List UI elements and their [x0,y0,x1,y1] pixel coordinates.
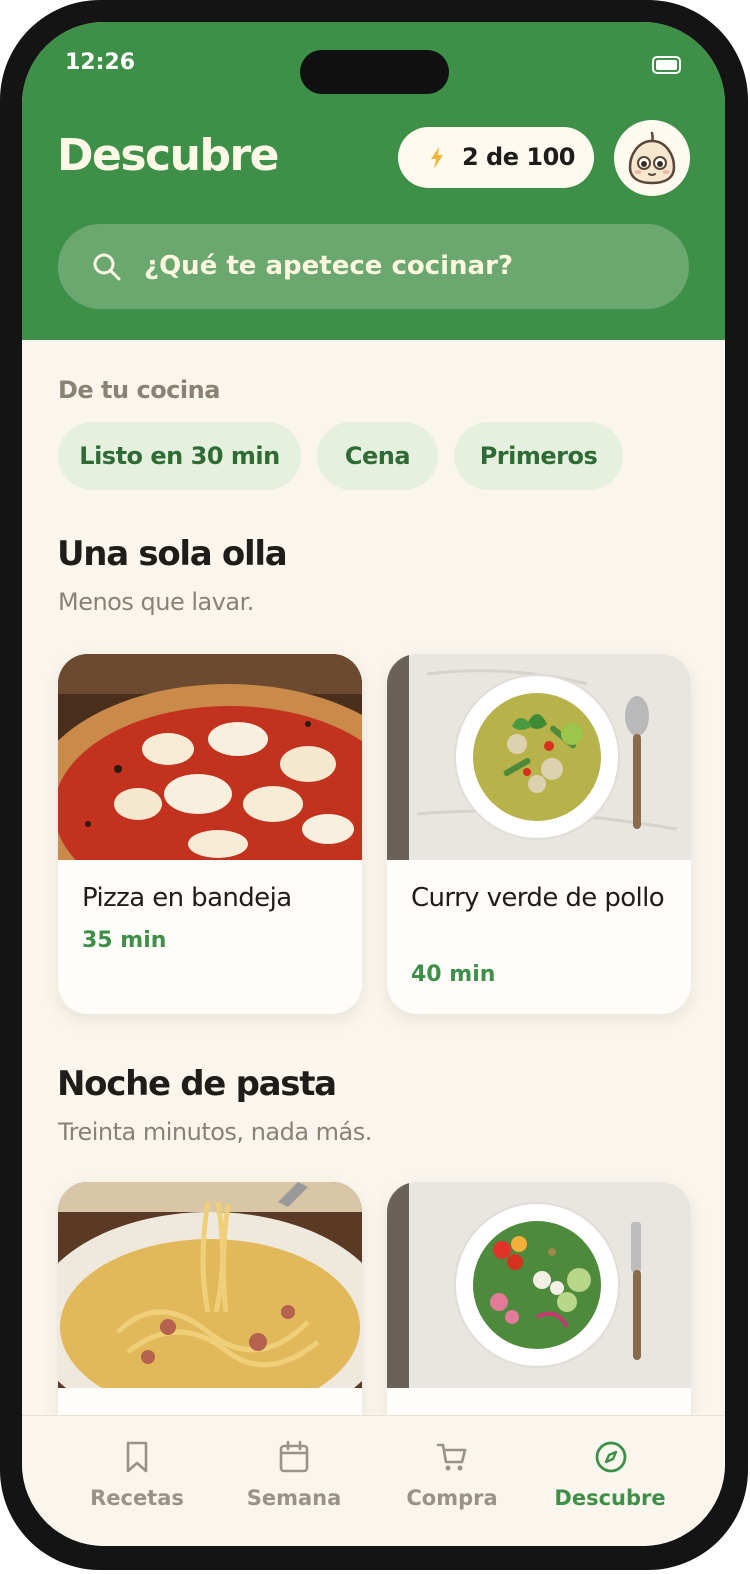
tab-label: Descubre [554,1486,666,1510]
salad-image [387,1182,691,1388]
calendar-icon [279,1440,309,1473]
battery-icon [652,56,681,74]
pizza-image [58,654,362,860]
tab-descubre[interactable]: Descubre [540,1416,680,1546]
bookmark-icon [126,1441,148,1473]
page-title: Descubre [57,130,280,181]
tab-compra[interactable]: Compra [382,1416,522,1546]
mascot-icon [628,131,676,185]
dynamic-island [300,50,449,94]
tab-bar: Recetas Semana Compra Descubre [22,1415,725,1546]
recipe-name: Pizza en bandeja [82,883,292,913]
chip-listo-30-min[interactable]: Listo en 30 min [58,422,301,490]
phone-frame: 12:26 Descubre 2 de 100 ¿Qué te apetece … [0,0,748,1570]
tab-recetas[interactable]: Recetas [67,1416,207,1546]
search-icon [93,253,121,281]
green-curry-image [387,654,691,860]
chip-cena[interactable]: Cena [317,422,438,490]
tab-label: Recetas [90,1486,184,1510]
section-title: Una sola olla [57,534,288,574]
tab-label: Compra [406,1486,498,1510]
section-subtitle: Treinta minutos, nada más. [58,1118,372,1146]
status-time: 12:26 [65,50,136,75]
recipe-card[interactable]: Pizza en bandeja 35 min [58,654,362,1014]
recipe-time: 40 min [411,962,496,987]
recipe-time: 35 min [82,928,167,953]
app-screen: 12:26 Descubre 2 de 100 ¿Qué te apetece … [22,22,725,1546]
search-input[interactable]: ¿Qué te apetece cocinar? [58,224,689,309]
section-title: Noche de pasta [57,1064,337,1104]
compass-icon [595,1441,627,1473]
carbonara-image [58,1182,362,1388]
recipe-name: Curry verde de pollo [411,883,665,913]
tab-label: Semana [246,1486,342,1510]
filters-label: De tu cocina [58,376,220,404]
avatar[interactable] [614,120,690,196]
lightning-icon [431,147,443,169]
chip-primeros[interactable]: Primeros [454,422,623,490]
app-header: 12:26 Descubre 2 de 100 ¿Qué te apetece … [22,22,725,340]
section-subtitle: Menos que lavar. [58,588,254,616]
tab-semana[interactable]: Semana [224,1416,364,1546]
credits-badge[interactable]: 2 de 100 [398,127,594,188]
recipe-card[interactable]: Curry verde de pollo 40 min [387,654,691,1014]
credits-count: 2 de 100 [462,143,575,171]
cart-icon [436,1443,467,1471]
search-placeholder: ¿Qué te apetece cocinar? [144,251,514,281]
